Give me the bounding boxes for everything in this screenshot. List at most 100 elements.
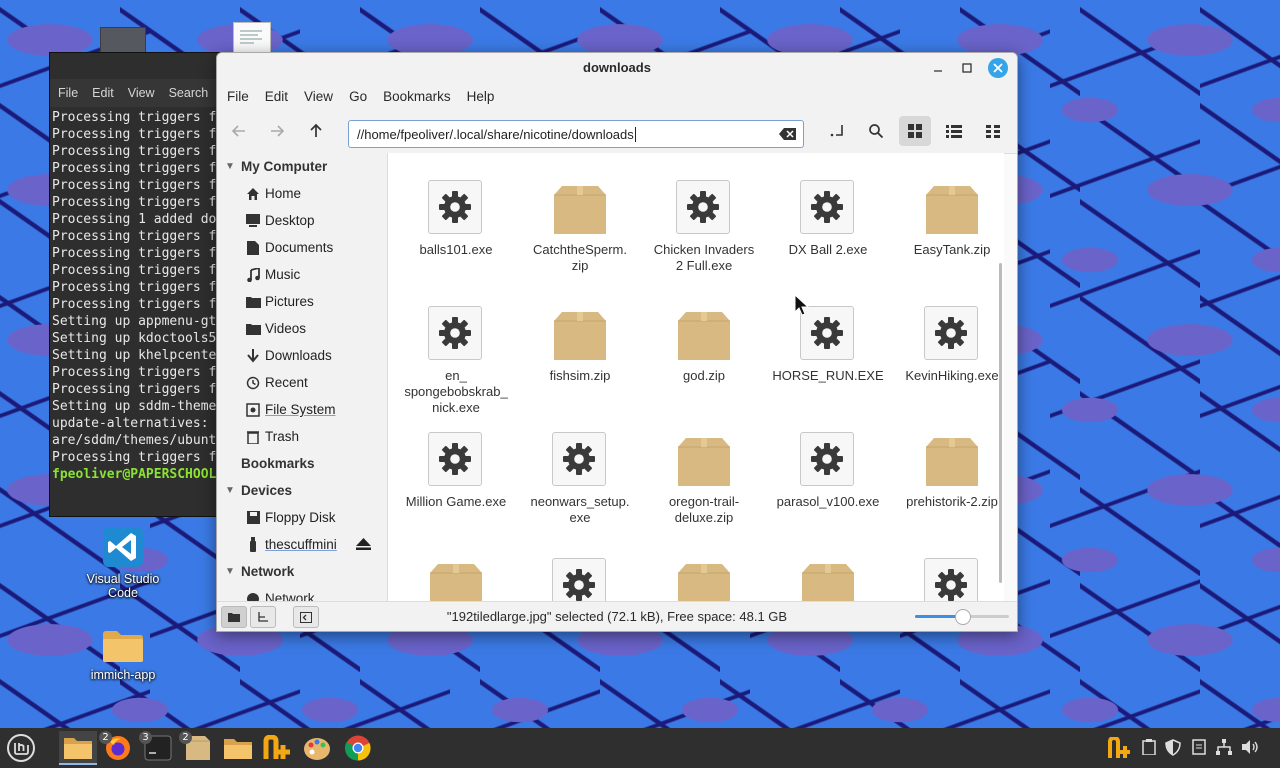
sidebar-section-network[interactable]: ▼ Network	[217, 558, 387, 585]
file-item-exe[interactable]: en_ spongebobskrab_ nick.exe	[394, 306, 518, 416]
file-item-exe[interactable]: KevinHiking.exe	[890, 306, 1004, 384]
file-item-zip[interactable]	[642, 558, 766, 601]
menu-bookmarks[interactable]: Bookmarks	[375, 89, 459, 104]
taskbar-files-button[interactable]	[59, 731, 97, 765]
arrow-right-icon	[271, 125, 285, 137]
notes-icon[interactable]	[1190, 738, 1208, 756]
file-item-exe[interactable]: DX Ball 2.exe	[766, 180, 890, 258]
list-view-button[interactable]	[938, 116, 970, 146]
terminal-menu-edit[interactable]: Edit	[92, 86, 114, 100]
file-name: EasyTank.zip	[913, 242, 991, 257]
desktop-document-icon[interactable]	[233, 22, 271, 56]
zoom-slider[interactable]	[915, 609, 1009, 625]
documents-icon	[243, 240, 263, 256]
sidebar-section-devices[interactable]: ▼ Devices	[217, 477, 387, 504]
maximize-button[interactable]	[958, 59, 976, 77]
compact-view-button[interactable]	[977, 116, 1009, 146]
executable-gear-icon	[924, 558, 980, 601]
file-item-zip[interactable]: god.zip	[642, 306, 766, 384]
files-icon	[64, 738, 92, 759]
file-item-exe[interactable]: Chicken Invaders 2 Full.exe	[642, 180, 766, 274]
file-item-zip[interactable]: CatchtheSperm. zip	[518, 180, 642, 274]
archive-box-icon	[552, 306, 608, 362]
terminal-menu-view[interactable]: View	[128, 86, 155, 100]
file-item-exe[interactable]: parasol_v100.exe	[766, 432, 890, 510]
taskbar-paint-button[interactable]	[301, 731, 335, 765]
icon-view-button[interactable]	[899, 116, 931, 146]
start-menu-button[interactable]	[4, 731, 38, 765]
file-item-zip[interactable]	[766, 558, 890, 601]
home-icon	[243, 186, 263, 202]
terminal-menu-search[interactable]: Search	[169, 86, 209, 100]
section-label: Devices	[241, 483, 293, 498]
file-manager-window[interactable]: downloads File Edit View Go Bookmarks He…	[216, 52, 1018, 632]
volume-icon[interactable]	[1241, 738, 1259, 756]
taskbar-firefox-button[interactable]: 2	[99, 731, 135, 765]
sidebar-item-music[interactable]: Music	[217, 261, 387, 288]
file-item-exe[interactable]: HORSE_RUN.EXE	[766, 306, 890, 384]
taskbar-nicotine-button[interactable]	[261, 731, 295, 765]
close-button[interactable]	[988, 58, 1008, 78]
clear-location-button[interactable]	[779, 127, 797, 141]
network-icon[interactable]	[1215, 738, 1233, 756]
taskbar-archive-button[interactable]: 2	[179, 731, 215, 765]
sidebar-item-downloads[interactable]: Downloads	[217, 342, 387, 369]
window-titlebar[interactable]: downloads	[217, 53, 1017, 83]
file-item-zip[interactable]: EasyTank.zip	[890, 180, 1004, 258]
sidebar-section-my-computer[interactable]: ▼ My Computer	[217, 153, 387, 180]
menu-help[interactable]: Help	[459, 89, 503, 104]
taskbar-terminal-button[interactable]: 3	[139, 731, 175, 765]
sidebar-item-recent[interactable]: Recent	[217, 369, 387, 396]
file-grid[interactable]: balls101.exe CatchtheSperm. zip Chicken In…	[388, 153, 1004, 601]
file-item-exe[interactable]: Million Game.exe	[394, 432, 518, 510]
file-item-zip[interactable]: oregon-trail- deluxe.zip	[642, 432, 766, 526]
nicotine-tray-icon[interactable]	[1108, 736, 1132, 760]
sidebar[interactable]: ▼ My Computer Home Desktop Documents Musi…	[217, 153, 388, 601]
file-item-zip[interactable]: prehistorik-2.zip	[890, 432, 1004, 510]
menu-file[interactable]: File	[219, 89, 257, 104]
sidebar-item-documents[interactable]: Documents	[217, 234, 387, 261]
file-item-zip[interactable]	[394, 558, 518, 601]
up-button[interactable]	[300, 116, 332, 146]
desktop-icon-vscode[interactable]: Visual Studio Code	[78, 526, 168, 600]
sidebar-item-videos[interactable]: Videos	[217, 315, 387, 342]
file-name: oregon-trail- deluxe.zip	[668, 494, 740, 525]
forward-button[interactable]	[261, 116, 293, 146]
terminal-menu-file[interactable]: File	[58, 86, 78, 100]
taskbar-folder-button[interactable]	[221, 731, 255, 765]
toggle-location-button[interactable]	[822, 116, 854, 146]
sidebar-item-label: thescuffmini	[265, 537, 337, 552]
trash-icon	[243, 429, 263, 445]
zoom-slider-handle[interactable]	[955, 609, 971, 625]
taskbar-preview-tab	[100, 27, 146, 54]
file-item-zip[interactable]: fishsim.zip	[518, 306, 642, 384]
location-bar[interactable]: //home/fpeoliver/.local/share/nicotine/d…	[348, 120, 804, 148]
section-label: My Computer	[241, 159, 328, 174]
search-button[interactable]	[860, 116, 892, 146]
sidebar-item-trash[interactable]: Trash	[217, 423, 387, 450]
executable-gear-icon	[428, 306, 484, 362]
minimize-button[interactable]	[929, 59, 947, 77]
file-item-exe[interactable]: neonwars_setup. exe	[518, 432, 642, 526]
sidebar-item-pictures[interactable]: Pictures	[217, 288, 387, 315]
file-item-exe[interactable]	[518, 558, 642, 601]
menu-edit[interactable]: Edit	[257, 89, 296, 104]
sidebar-item-file-system[interactable]: File System	[217, 396, 387, 423]
eject-icon[interactable]	[356, 538, 371, 553]
desktop-icon-immich[interactable]: immich-app	[78, 628, 168, 682]
clipboard-icon[interactable]	[1140, 738, 1158, 756]
file-item-exe[interactable]	[890, 558, 1004, 601]
sidebar-item-floppy-disk[interactable]: Floppy Disk	[217, 504, 387, 531]
back-button[interactable]	[223, 116, 255, 146]
menu-view[interactable]: View	[296, 89, 341, 104]
sidebar-item-home[interactable]: Home	[217, 180, 387, 207]
taskbar-chrome-button[interactable]	[341, 731, 375, 765]
menu-go[interactable]: Go	[341, 89, 375, 104]
sidebar-item-desktop[interactable]: Desktop	[217, 207, 387, 234]
shield-icon[interactable]	[1164, 738, 1182, 756]
sidebar-item-network[interactable]: Network	[217, 585, 387, 601]
file-item-exe[interactable]: balls101.exe	[394, 180, 518, 258]
menubar: File Edit View Go Bookmarks Help	[217, 83, 1017, 109]
sidebar-section-bookmarks[interactable]: Bookmarks	[217, 450, 387, 477]
sidebar-item-thescuffmini[interactable]: thescuffmini	[217, 531, 387, 558]
